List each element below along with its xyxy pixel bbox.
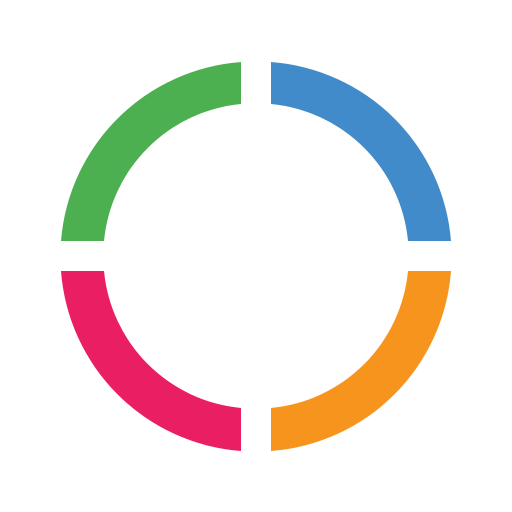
- bottom-left-ring-segment: [61, 271, 241, 451]
- quadrant-ring-logo-icon: [61, 62, 451, 451]
- top-left-ring-segment: [61, 62, 241, 241]
- bottom-right-ring-segment: [271, 271, 451, 451]
- top-right-ring-segment: [271, 62, 451, 241]
- app-icon-canvas: [0, 0, 512, 512]
